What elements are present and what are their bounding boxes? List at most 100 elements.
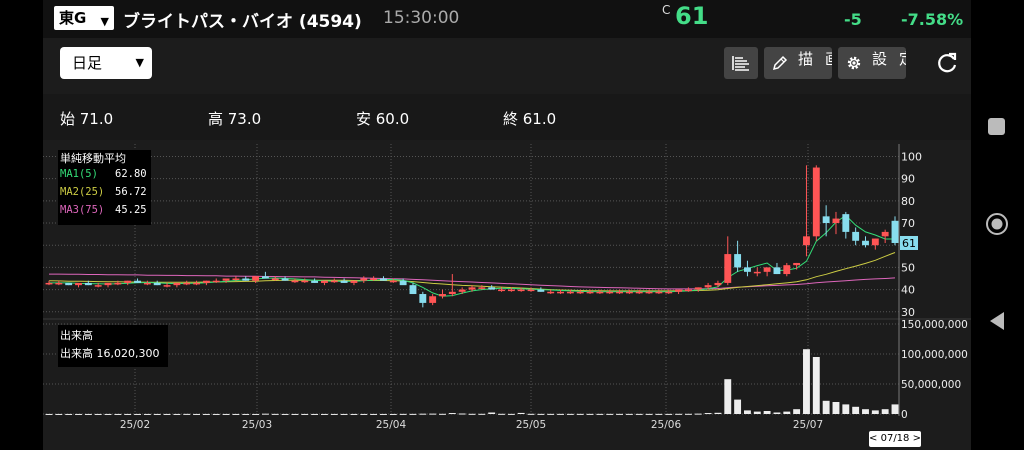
volume-bar (478, 413, 486, 415)
volume-bar (163, 413, 171, 415)
volume-bar (458, 413, 466, 415)
volume-bar (291, 413, 299, 415)
volume-bar (399, 413, 407, 415)
ma3-value: 45.25 (115, 204, 147, 216)
candle-body (596, 291, 604, 294)
candle-body (684, 289, 692, 292)
volume-bar (183, 413, 191, 415)
volume-bar (114, 413, 122, 415)
candle-body (291, 280, 299, 283)
volume-bar (320, 413, 328, 415)
candle-body (163, 285, 171, 287)
volume-bar (675, 413, 683, 415)
candle-body (635, 291, 643, 294)
candle-body (724, 254, 732, 283)
volume-bar (557, 413, 564, 415)
volume-bar (330, 413, 338, 415)
volume-bar (94, 413, 102, 415)
selected-date-badge[interactable]: < 07/18 > (869, 431, 921, 447)
candle-body (242, 278, 250, 281)
candle-body (881, 231, 889, 237)
volume-bar (153, 413, 161, 415)
ma2-value: 56.72 (115, 186, 147, 198)
volume-bar (84, 413, 92, 415)
volume-bar (193, 413, 201, 415)
price-tick-label: 50 (901, 261, 915, 274)
candle-body (832, 218, 840, 224)
candle-body (694, 287, 702, 290)
candle-body (468, 287, 476, 290)
candle-body (458, 289, 466, 292)
chart-background (43, 140, 971, 450)
volume-bar (507, 413, 515, 415)
candle-body (261, 276, 269, 279)
candle-body (173, 282, 181, 286)
volume-bar (724, 379, 732, 414)
volume-bar (242, 413, 250, 415)
volume-tick-label: 50,000,000 (901, 379, 961, 391)
candle-body (320, 280, 328, 283)
candle-body (645, 291, 653, 294)
candle-body (55, 282, 63, 285)
candle-body (498, 289, 505, 292)
volume-bar (498, 413, 505, 415)
volume-bar (222, 413, 230, 415)
candle-body (586, 291, 594, 294)
candle-body (350, 280, 358, 283)
candle-body (311, 280, 319, 283)
volume-bar (616, 413, 624, 415)
volume-bar (380, 413, 387, 415)
chart-app: 東G ▼ ブライトパス・バイオ (4594) 15:30:00 C 61 -5 … (43, 0, 971, 450)
stock-chart[interactable]: 10090807060504030150,000,000100,000,0005… (43, 0, 971, 450)
candle-body (75, 282, 82, 286)
ma2-label: MA2(25) (60, 186, 105, 198)
volume-bar (684, 413, 692, 415)
volume-bar (655, 413, 663, 415)
volume-bar (311, 413, 319, 415)
candle-body (616, 291, 624, 294)
volume-bar (743, 410, 751, 414)
volume-bar (271, 413, 279, 415)
ma-legend-title: 単純移動平均 (60, 152, 126, 165)
volume-bar (212, 413, 220, 415)
recents-button[interactable] (988, 118, 1005, 135)
candle-body (606, 291, 614, 294)
candle-body (114, 282, 122, 285)
candle-body (252, 276, 260, 281)
candle-body (330, 280, 338, 283)
candle-body (389, 280, 397, 283)
date-tick-label: 25/02 (120, 419, 150, 431)
volume-legend-title: 出来高 (60, 329, 93, 342)
candle-body (360, 278, 368, 281)
volume-bar (576, 413, 584, 415)
volume-bar (822, 400, 830, 414)
candle-body (576, 291, 584, 294)
volume-bar (753, 411, 761, 414)
volume-bar (547, 413, 555, 415)
volume-bar (665, 413, 673, 415)
candle-body (773, 267, 781, 275)
volume-bar (360, 413, 368, 415)
price-tick-label: 30 (901, 306, 915, 319)
volume-bar (75, 413, 82, 415)
ma2-row: MA2(25) 56.72 (60, 186, 147, 198)
system-nav-bar (971, 0, 1024, 450)
volume-bar (143, 413, 151, 415)
candle-body (104, 282, 112, 286)
price-tick-label: 80 (901, 195, 915, 208)
candle-body (822, 216, 830, 224)
candle-body (566, 291, 574, 294)
volume-bar (488, 412, 496, 414)
date-tick-label: 25/07 (793, 419, 823, 431)
candle-body (714, 282, 722, 286)
home-button[interactable] (985, 212, 1009, 236)
date-tick-label: 25/03 (242, 419, 272, 431)
candle-body (527, 289, 535, 292)
candle-body (183, 282, 191, 285)
back-button[interactable] (988, 311, 1006, 331)
candle-body (655, 291, 663, 294)
volume-bar (862, 409, 869, 414)
candle-body (704, 285, 712, 288)
candle-body (94, 285, 102, 287)
candle-body (665, 291, 673, 294)
